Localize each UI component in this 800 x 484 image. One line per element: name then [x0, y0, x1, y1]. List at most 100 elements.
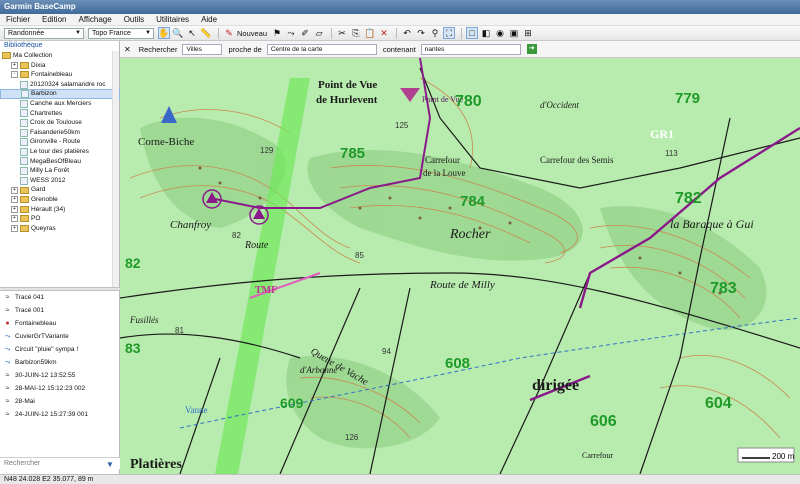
find-category-select[interactable]: Villes [182, 43, 223, 55]
tree-node[interactable]: + Hérault (34) [0, 205, 120, 215]
tree-node[interactable]: Canche aux Merciers [0, 99, 120, 109]
tree-node[interactable]: Gironville - Route [0, 137, 120, 147]
map-view[interactable]: Point de Vue de Hurlevent Point de Vue C… [120, 58, 800, 474]
device-icon[interactable]: ▣ [508, 27, 520, 39]
copy-icon[interactable]: ⎘ [350, 27, 362, 39]
waypoint-tool-icon[interactable]: ⚑ [271, 27, 283, 39]
list-icon [20, 157, 28, 166]
list-item[interactable]: ⤳ CuvierGrTVariante [0, 330, 120, 343]
fullscreen-icon[interactable]: ⊞ [522, 27, 534, 39]
tree-node[interactable]: MegaBesOfBleau [0, 157, 120, 167]
library-search-input[interactable]: Rechercher ▼ [0, 457, 120, 469]
folder-icon [20, 205, 29, 213]
topo-map[interactable]: Point de Vue de Hurlevent Point de Vue C… [120, 58, 800, 474]
tree-node[interactable]: + PO [0, 214, 120, 224]
menu-edition[interactable]: Edition [42, 15, 66, 24]
delete-icon[interactable]: ✕ [378, 27, 390, 39]
containing-input[interactable]: nantes [420, 43, 521, 55]
spot-height: 113 [665, 149, 678, 158]
tree-node[interactable]: Chartrettes [0, 109, 120, 119]
3d-view-icon[interactable]: ◧ [480, 27, 492, 39]
parcel-number: 783 [710, 280, 737, 297]
menu-utilitaires[interactable]: Utilitaires [156, 15, 189, 24]
find-category-value: Villes [186, 45, 202, 53]
tree-scrollbar[interactable] [112, 51, 119, 287]
waypoint-icon: ● [5, 320, 10, 327]
pan-hand-icon[interactable]: ✋ [158, 27, 170, 39]
redo-icon[interactable]: ↷ [415, 27, 427, 39]
tree-node-label: Dixia [31, 61, 46, 69]
paste-icon[interactable]: 📋 [364, 27, 376, 39]
2d-view-icon[interactable]: □ [466, 27, 479, 39]
tree-node[interactable]: Le tour des platières [0, 147, 120, 157]
map-product-select[interactable]: Topo France ▼ [88, 27, 154, 39]
tree-node-label: Ma Collection [13, 52, 53, 59]
list-item[interactable]: ≈ Tracé 041 [0, 291, 120, 304]
binoculars-icon[interactable]: ⛶ [443, 27, 456, 39]
pink-flag-icon[interactable] [400, 88, 420, 102]
menu-aide[interactable]: Aide [201, 15, 217, 24]
list-icon [20, 109, 28, 118]
tree-node[interactable]: Croix de Toulouse [0, 118, 120, 128]
list-item[interactable]: ≈24-JUIN-12 15:27:39 001 [0, 408, 120, 421]
parcel-number: 606 [590, 413, 617, 430]
tree-node-label: Gard [31, 186, 46, 194]
blue-triangle-icon[interactable] [161, 106, 177, 123]
tree-node[interactable]: + Gard [0, 185, 120, 195]
tree-node[interactable]: Barbizon [0, 89, 120, 99]
expand-icon[interactable]: + [11, 215, 18, 223]
list-icon [21, 90, 29, 99]
search-go-icon[interactable]: ➜ [526, 44, 537, 54]
tree-node[interactable]: 20120324 salamandre roc [0, 80, 120, 90]
filter-funnel-icon[interactable]: ▼ [106, 459, 116, 469]
menu-affichage[interactable]: Affichage [78, 15, 111, 24]
tree-node[interactable]: + Queyras [0, 224, 120, 234]
filter-icon[interactable]: ⚲ [429, 27, 441, 39]
route-tool-icon[interactable]: ⤳ [285, 27, 297, 39]
list-item[interactable]: ≈28-Mai [0, 395, 120, 408]
tree-node[interactable]: WESS 2012 [0, 176, 120, 186]
tree-node[interactable]: + Dixia [0, 61, 120, 71]
measure-icon[interactable]: 📏 [200, 27, 212, 39]
expand-icon[interactable]: + [11, 186, 18, 194]
collapse-icon[interactable]: - [11, 71, 18, 79]
scale-bar: 200 m [737, 447, 795, 463]
list-item[interactable]: ≈30-JUIN-12 13:52:55 [0, 369, 120, 382]
spot-height: 81 [175, 326, 184, 335]
chevron-down-icon: ▼ [75, 29, 81, 36]
tree-node[interactable]: Milly La Forêt [0, 166, 120, 176]
toolbar-divider [218, 27, 219, 39]
map-label-arbonne: d'Arbonne [300, 365, 337, 375]
list-item[interactable]: ≈ Tracé 001 [0, 304, 120, 317]
route-icon: ⤳ [4, 333, 11, 340]
globe-icon[interactable]: ◉ [494, 27, 506, 39]
expand-icon[interactable]: + [11, 205, 18, 213]
tree-node[interactable]: Faisanderie50km [0, 128, 120, 138]
new-button-label[interactable]: Nouveau [237, 29, 267, 38]
list-item[interactable]: ≈28-MAI-12 15:12:23 002 [0, 382, 120, 395]
expand-icon[interactable]: + [11, 61, 18, 69]
new-icon[interactable]: ✎ [223, 27, 235, 39]
area-tool-icon[interactable]: ▱ [313, 27, 325, 39]
folder-icon [20, 186, 29, 194]
zoom-icon[interactable]: 🔍 [172, 27, 184, 39]
cut-icon[interactable]: ✂ [336, 27, 348, 39]
tree-node[interactable]: Ma Collection [0, 51, 120, 61]
list-item[interactable]: ⤳ Barbizon59km [0, 356, 120, 369]
activity-select[interactable]: Randonnée ▼ [4, 27, 84, 39]
menu-outils[interactable]: Outils [124, 15, 144, 24]
tree-node[interactable]: - Fontainebleau [0, 70, 120, 80]
close-icon[interactable]: ✕ [124, 45, 131, 54]
expand-icon[interactable]: + [11, 224, 18, 232]
expand-icon[interactable]: + [11, 196, 18, 204]
track-tool-icon[interactable]: ✐ [299, 27, 311, 39]
tree-node[interactable]: + Grenoble [0, 195, 120, 205]
list-item[interactable]: ● Fontainebleau [0, 317, 120, 330]
tree-node-label: Gironville - Route [30, 138, 81, 146]
list-item[interactable]: ⤳ Circuit "pluie" sympa ! [0, 343, 120, 356]
select-arrow-icon[interactable]: ↖ [186, 27, 198, 39]
menu-fichier[interactable]: Fichier [6, 15, 30, 24]
undo-icon[interactable]: ↶ [401, 27, 413, 39]
near-select[interactable]: Centre de la carte [266, 43, 377, 55]
map-label-point-de-vue-1: Point de Vue [318, 79, 377, 91]
